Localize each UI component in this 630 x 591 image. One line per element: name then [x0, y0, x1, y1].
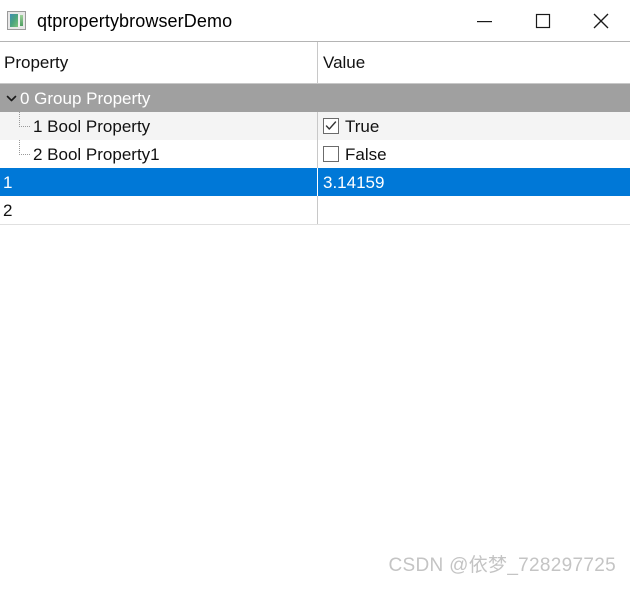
table-row[interactable]: 2 Bool Property1 False [0, 140, 630, 168]
chevron-down-icon[interactable] [3, 84, 20, 112]
application-image-icon [7, 11, 26, 30]
table-body: 0 Group Property 1 Bool Property True 2 … [0, 84, 630, 224]
value-cell[interactable] [318, 196, 630, 224]
property-cell[interactable]: 0 Group Property [0, 84, 318, 112]
property-label: 0 Group Property [20, 88, 151, 108]
tree-branch-line [0, 112, 33, 140]
value-cell[interactable]: False [318, 140, 630, 168]
table-row[interactable]: 0 Group Property [0, 84, 630, 112]
value-cell[interactable] [318, 84, 630, 112]
property-label: 2 Bool Property1 [33, 144, 160, 164]
value-cell[interactable]: 3.14159 [318, 168, 630, 196]
property-cell[interactable]: 2 Bool Property1 [0, 140, 318, 168]
value-label: True [345, 116, 380, 136]
table-row-selected[interactable]: 1 3.14159 [0, 168, 630, 196]
table-bottom-divider [0, 224, 630, 225]
close-icon [591, 11, 611, 31]
table-row[interactable]: 1 Bool Property True [0, 112, 630, 140]
minimize-icon [476, 15, 494, 27]
table-header-row: Property Value [0, 42, 630, 84]
close-button[interactable] [572, 0, 630, 41]
table-row[interactable]: 2 [0, 196, 630, 224]
application-window: qtpropertybrowserDemo Property Value 0 G… [0, 0, 630, 591]
property-browser-table: Property Value 0 Group Property 1 Bool P… [0, 41, 630, 225]
property-cell[interactable]: 1 [0, 168, 318, 196]
tree-branch-line [0, 140, 33, 168]
property-cell[interactable]: 1 Bool Property [0, 112, 318, 140]
maximize-button[interactable] [514, 0, 572, 41]
title-bar: qtpropertybrowserDemo [0, 0, 630, 41]
bool-checkbox-unchecked[interactable] [323, 146, 339, 162]
title-bar-left: qtpropertybrowserDemo [0, 11, 456, 30]
window-title: qtpropertybrowserDemo [37, 10, 233, 31]
watermark-text: CSDN @依梦_728297725 [388, 555, 616, 576]
bool-checkbox-checked[interactable] [323, 118, 339, 134]
value-cell[interactable]: True [318, 112, 630, 140]
minimize-button[interactable] [456, 0, 514, 41]
property-cell[interactable]: 2 [0, 196, 318, 224]
value-label: False [345, 144, 387, 164]
column-header-value[interactable]: Value [318, 42, 630, 83]
maximize-icon [534, 12, 552, 30]
property-label: 1 Bool Property [33, 116, 151, 136]
window-controls [456, 0, 630, 41]
column-header-property[interactable]: Property [0, 42, 318, 83]
